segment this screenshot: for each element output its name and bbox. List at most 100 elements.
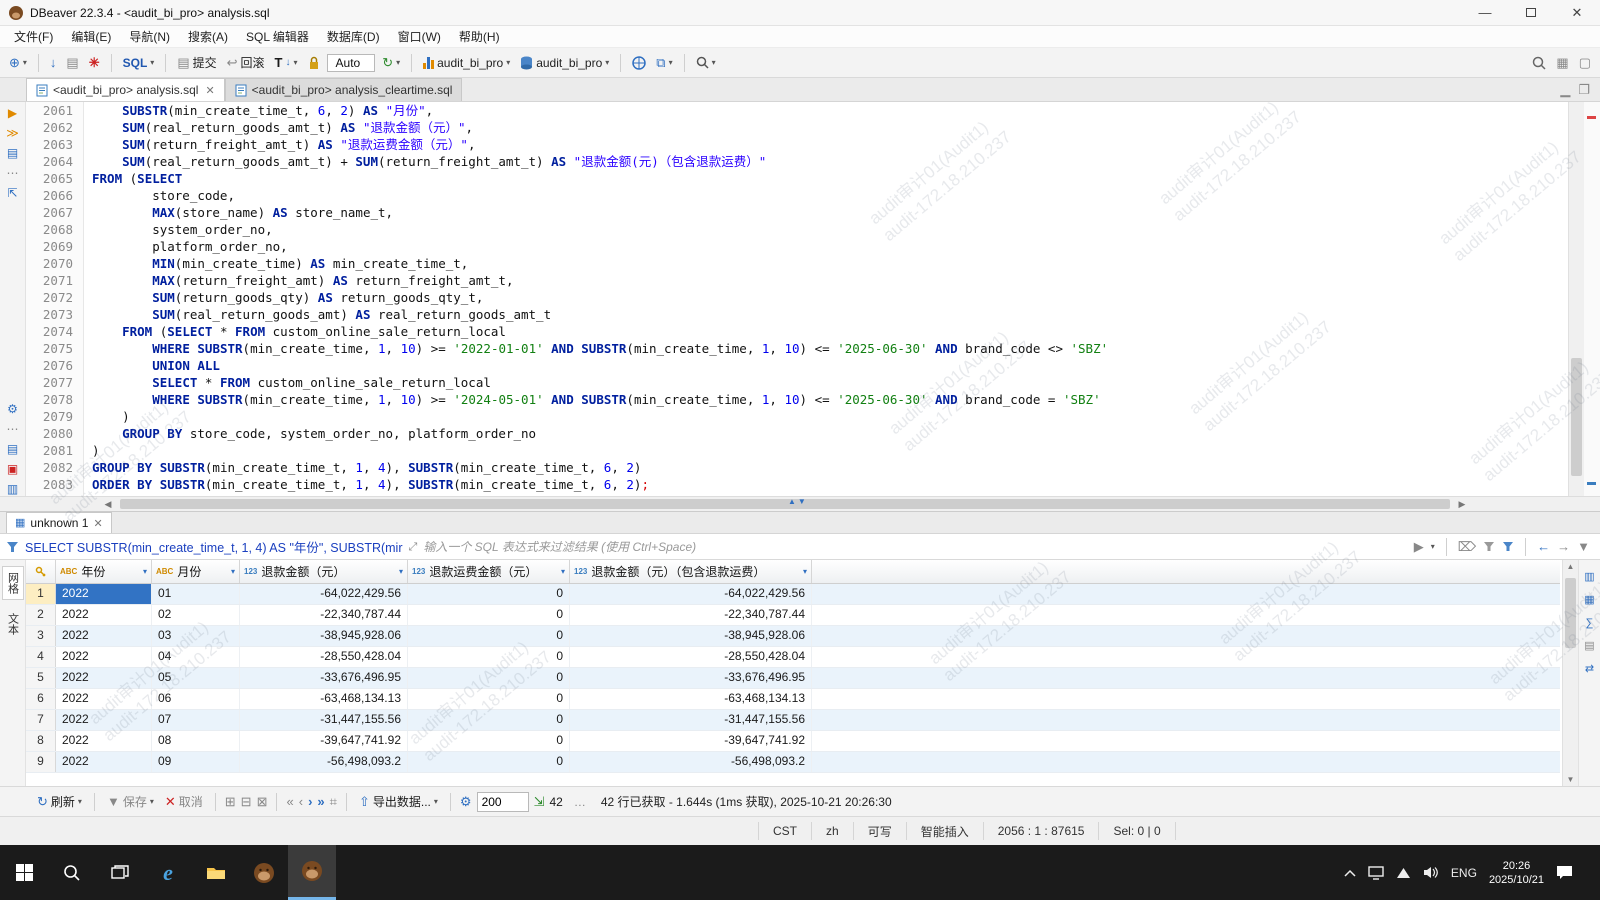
column-header[interactable]: ABC年份▾ — [56, 560, 152, 583]
export-result-icon[interactable]: ⇱ — [7, 186, 17, 200]
code-text[interactable]: SUM(return_goods_qty) AS return_goods_qt… — [84, 289, 483, 306]
code-text[interactable]: WHERE SUBSTR(min_create_time, 1, 10) >= … — [84, 340, 1108, 357]
code-text[interactable]: ORDER BY SUBSTR(min_create_time_t, 1, 4)… — [84, 476, 649, 493]
apply-filter-icon[interactable]: ▶ — [1414, 540, 1424, 554]
grid-cell[interactable]: 02 — [152, 605, 240, 625]
grid-cell[interactable]: 09 — [152, 752, 240, 772]
row-number[interactable]: 2 — [26, 605, 56, 625]
new-connection-button[interactable]: ⊕▾ — [6, 54, 30, 72]
grid-cell[interactable]: -28,550,428.04 — [570, 647, 812, 667]
clear-filter-icon[interactable]: ⌦ — [1458, 540, 1476, 554]
result-tab-unknown-1[interactable]: ▦ unknown 1 ✕ — [6, 512, 112, 533]
maximize-button[interactable] — [1508, 0, 1554, 25]
share-combo[interactable]: ⧉▾ — [653, 54, 675, 72]
tray-chevron-up-icon[interactable] — [1344, 869, 1356, 877]
menu-item[interactable]: 窗口(W) — [390, 26, 449, 47]
grid-cell[interactable]: -39,647,741.92 — [570, 731, 812, 751]
filter-history-icon[interactable]: ▾ — [1431, 542, 1435, 551]
grid-cell[interactable]: -31,447,155.56 — [570, 710, 812, 730]
task-view-icon[interactable] — [96, 845, 144, 900]
scroll-down-icon[interactable]: ▼ — [1563, 775, 1578, 784]
minimize-editor-icon[interactable]: ▁ — [1560, 83, 1570, 97]
grid-cell[interactable]: 0 — [408, 731, 570, 751]
grid-cell[interactable]: 2022 — [56, 605, 152, 625]
grid-cell[interactable]: 0 — [408, 668, 570, 688]
column-filter-icon[interactable]: ▾ — [803, 567, 807, 576]
grid-cell[interactable]: -63,468,134.13 — [240, 689, 408, 709]
menu-item[interactable]: 帮助(H) — [451, 26, 508, 47]
execute-statement-icon[interactable]: ▶ — [8, 106, 17, 120]
code-text[interactable]: FROM (SELECT * FROM custom_online_sale_r… — [84, 323, 506, 340]
schema-combo[interactable]: audit_bi_pro▾ — [517, 54, 612, 72]
code-text[interactable]: MAX(store_name) AS store_name_t, — [84, 204, 393, 221]
grid-cell[interactable]: 05 — [152, 668, 240, 688]
expand-filter-icon[interactable]: ⤢ — [409, 540, 418, 554]
grid-cell[interactable]: 0 — [408, 647, 570, 667]
grid-cell[interactable]: -22,340,787.44 — [240, 605, 408, 625]
column-header[interactable]: 123退款金额（元）▾ — [240, 560, 408, 583]
connection-combo[interactable]: audit_bi_pro▾ — [420, 54, 513, 72]
overflow-icon[interactable]: … — [574, 795, 586, 809]
grid-cell[interactable]: 07 — [152, 710, 240, 730]
cancel-button[interactable]: ✕取消 — [162, 791, 206, 812]
menu-item[interactable]: 文件(F) — [6, 26, 61, 47]
grid-cell[interactable]: 2022 — [56, 689, 152, 709]
grid-cell[interactable]: 0 — [408, 710, 570, 730]
code-text[interactable]: MIN(min_create_time) AS min_create_time_… — [84, 255, 468, 272]
prev-page-icon[interactable]: ‹ — [299, 795, 303, 809]
results-vertical-scrollbar[interactable]: ▲ ▼ — [1562, 560, 1578, 786]
grid-cell[interactable]: -22,340,787.44 — [570, 605, 812, 625]
column-filter-icon[interactable]: ▾ — [561, 567, 565, 576]
execute-script-icon[interactable]: ≫ — [6, 126, 19, 140]
close-button[interactable]: ✕ — [1554, 0, 1600, 25]
row-number[interactable]: 6 — [26, 689, 56, 709]
menu-item[interactable]: 搜索(A) — [180, 26, 236, 47]
code-text[interactable]: SELECT * FROM custom_online_sale_return_… — [84, 374, 491, 391]
row-number[interactable]: 9 — [26, 752, 56, 772]
grid-cell[interactable]: 0 — [408, 626, 570, 646]
taskbar-search-icon[interactable] — [48, 845, 96, 900]
output-panel-icon[interactable]: ▤ — [7, 442, 18, 456]
grid-cell[interactable]: 2022 — [56, 731, 152, 751]
menu-item[interactable]: 导航(N) — [121, 26, 178, 47]
refresh-combo[interactable]: ↻▾ — [379, 54, 403, 72]
value-viewer-icon[interactable]: ▥ — [1584, 570, 1594, 584]
close-tab-icon[interactable]: ✕ — [205, 84, 214, 97]
commit-mode-combo[interactable]: Auto — [327, 54, 376, 72]
nav-back-icon[interactable]: ← — [1537, 540, 1550, 554]
fetch-all-icon[interactable]: » — [317, 795, 324, 809]
add-row-icon[interactable]: ⊞ — [225, 795, 236, 809]
close-result-tab-icon[interactable]: ✕ — [93, 517, 102, 530]
column-header[interactable]: ABC月份▾ — [152, 560, 240, 583]
log-panel-icon[interactable]: ▣ — [7, 462, 18, 476]
save-filter-icon[interactable]: ▼ — [1577, 540, 1590, 554]
grid-cell[interactable]: -56,498,093.2 — [570, 752, 812, 772]
grid-cell[interactable]: -28,550,428.04 — [240, 647, 408, 667]
grid-cell[interactable]: -38,945,928.06 — [570, 626, 812, 646]
save-button[interactable]: ▼保存▾ — [104, 791, 157, 812]
code-text[interactable]: platform_order_no, — [84, 238, 288, 255]
grid-cell[interactable]: -64,022,429.56 — [570, 584, 812, 604]
filter-query-text[interactable]: SELECT SUBSTR(min_create_time_t, 1, 4) A… — [25, 537, 403, 556]
grid-cell[interactable]: 2022 — [56, 668, 152, 688]
menu-item[interactable]: SQL 编辑器 — [238, 26, 317, 47]
open-perspective-icon[interactable]: ▦ — [1553, 54, 1571, 72]
code-text[interactable]: FROM (SELECT — [84, 170, 182, 187]
grid-cell[interactable]: 2022 — [56, 752, 152, 772]
grid-cell[interactable]: 0 — [408, 752, 570, 772]
grid-cell[interactable]: 06 — [152, 689, 240, 709]
fetch-page-icon[interactable]: ⌗ — [330, 795, 337, 809]
scroll-right-icon[interactable]: ▶ — [1454, 497, 1470, 511]
row-number[interactable]: 3 — [26, 626, 56, 646]
commit-button[interactable]: ▤提交 — [174, 52, 219, 73]
code-text[interactable]: store_code, — [84, 187, 235, 204]
references-panel-icon[interactable]: ⇄ — [1585, 662, 1594, 676]
code-text[interactable]: WHERE SUBSTR(min_create_time, 1, 10) >= … — [84, 391, 1101, 408]
code-text[interactable]: SUM(real_return_goods_amt_t) AS "退款金额（元）… — [84, 119, 473, 136]
duplicate-row-icon[interactable]: ⊟ — [241, 795, 252, 809]
grid-cell[interactable]: -64,022,429.56 — [240, 584, 408, 604]
grid-cell[interactable]: 0 — [408, 605, 570, 625]
code-text[interactable]: SUM(real_return_goods_amt) AS real_retur… — [84, 306, 551, 323]
nav-forward-icon[interactable]: → — [1557, 540, 1570, 554]
code-text[interactable]: SUM(real_return_goods_amt_t) + SUM(retur… — [84, 153, 766, 170]
